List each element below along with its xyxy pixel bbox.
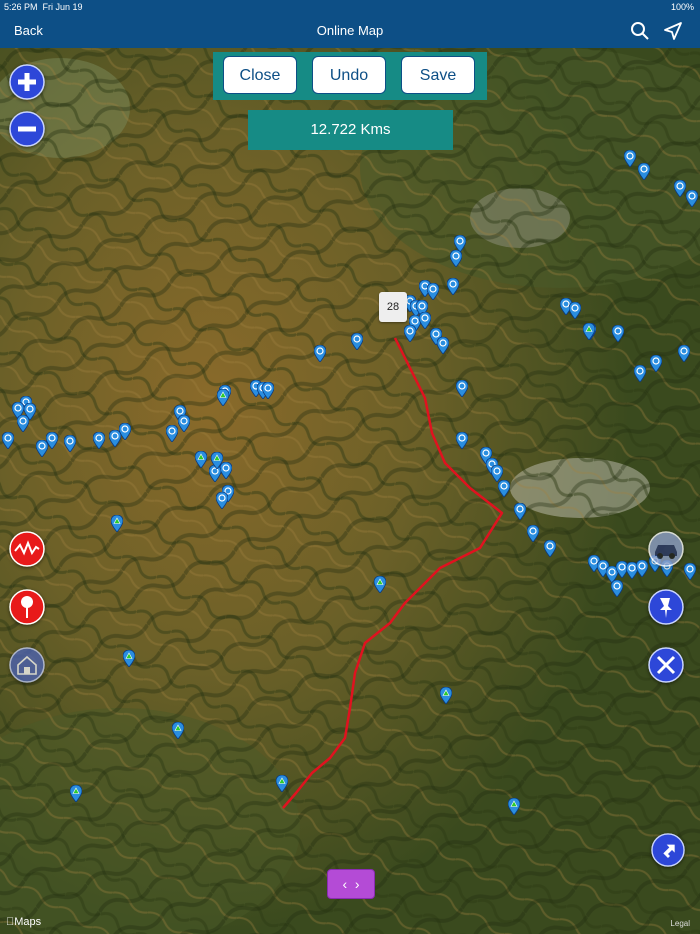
poi-marker-icon[interactable]	[569, 302, 581, 319]
poi-marker-icon[interactable]	[456, 432, 468, 449]
poi-marker-icon[interactable]	[684, 563, 696, 580]
poi-marker-icon[interactable]	[544, 540, 556, 557]
campsite-marker-icon[interactable]	[374, 576, 386, 593]
save-button[interactable]: Save	[401, 56, 475, 94]
zoom-out-icon[interactable]	[9, 111, 45, 147]
distance-display: 12.722 Kms	[248, 110, 453, 150]
location-arrow-icon[interactable]	[663, 21, 683, 41]
close-button[interactable]: Close	[223, 56, 297, 94]
poi-marker-icon[interactable]	[686, 190, 698, 207]
poi-marker-icon[interactable]	[262, 382, 274, 399]
poi-marker-icon[interactable]	[498, 480, 510, 497]
campsite-marker-icon[interactable]	[111, 515, 123, 532]
map-view[interactable]: 28	[0, 48, 700, 934]
poi-marker-icon[interactable]	[351, 333, 363, 350]
satellite-terrain	[0, 48, 700, 934]
page-arrows-button[interactable]: ‹ ›	[327, 869, 375, 899]
poi-marker-icon[interactable]	[419, 312, 431, 329]
waypoint-count-marker[interactable]: 28	[379, 292, 407, 322]
campsite-marker-icon[interactable]	[70, 785, 82, 802]
campsite-marker-icon[interactable]	[276, 775, 288, 792]
poi-marker-icon[interactable]	[64, 435, 76, 452]
house-icon[interactable]	[9, 647, 45, 683]
search-icon[interactable]	[630, 21, 650, 41]
tools-icon[interactable]	[648, 647, 684, 683]
poi-marker-icon[interactable]	[514, 503, 526, 520]
pushpin-icon[interactable]	[648, 589, 684, 625]
poi-marker-icon[interactable]	[36, 440, 48, 457]
poi-marker-icon[interactable]	[527, 525, 539, 542]
maps-attribution: Maps	[6, 916, 41, 928]
campsite-marker-icon[interactable]	[211, 452, 223, 469]
poi-marker-icon[interactable]	[447, 278, 459, 295]
track-icon[interactable]	[9, 531, 45, 567]
undo-button[interactable]: Undo	[312, 56, 386, 94]
poi-marker-icon[interactable]	[611, 580, 623, 597]
poi-marker-icon[interactable]	[178, 415, 190, 432]
poi-marker-icon[interactable]	[166, 425, 178, 442]
campsite-marker-icon[interactable]	[172, 722, 184, 739]
zoom-in-icon[interactable]	[9, 64, 45, 100]
locate-icon[interactable]	[651, 833, 685, 867]
poi-marker-icon[interactable]	[437, 337, 449, 354]
navigation-bar: Back Online Map	[0, 14, 700, 48]
poi-marker-icon[interactable]	[634, 365, 646, 382]
poi-marker-icon[interactable]	[216, 492, 228, 509]
legal-link[interactable]: Legal	[670, 919, 690, 928]
campsite-marker-icon[interactable]	[195, 451, 207, 468]
pin-drop-icon[interactable]	[9, 589, 45, 625]
poi-marker-icon[interactable]	[650, 355, 662, 372]
campsite-marker-icon[interactable]	[508, 798, 520, 815]
poi-marker-icon[interactable]	[314, 345, 326, 362]
battery-indicator: 100%	[670, 2, 694, 12]
poi-marker-icon[interactable]	[2, 432, 14, 449]
status-bar: 5:26 PM Fri Jun 19 100%	[0, 0, 700, 14]
poi-marker-icon[interactable]	[450, 250, 462, 267]
poi-marker-icon[interactable]	[93, 432, 105, 449]
poi-marker-icon[interactable]	[638, 163, 650, 180]
poi-marker-icon[interactable]	[404, 325, 416, 342]
poi-marker-icon[interactable]	[636, 560, 648, 577]
campsite-marker-icon[interactable]	[583, 323, 595, 340]
campsite-marker-icon[interactable]	[217, 389, 229, 406]
poi-marker-icon[interactable]	[674, 180, 686, 197]
edit-toolbar: Close Undo Save	[213, 52, 487, 100]
status-time-date: 5:26 PM Fri Jun 19	[4, 2, 83, 12]
poi-marker-icon[interactable]	[109, 430, 121, 447]
car-icon[interactable]	[648, 531, 684, 567]
poi-marker-icon[interactable]	[678, 345, 690, 362]
campsite-marker-icon[interactable]	[440, 687, 452, 704]
page-title: Online Map	[316, 23, 384, 38]
poi-marker-icon[interactable]	[427, 283, 439, 300]
poi-marker-icon[interactable]	[17, 415, 29, 432]
campsite-marker-icon[interactable]	[123, 650, 135, 667]
poi-marker-icon[interactable]	[624, 150, 636, 167]
poi-marker-icon[interactable]	[612, 325, 624, 342]
poi-marker-icon[interactable]	[456, 380, 468, 397]
